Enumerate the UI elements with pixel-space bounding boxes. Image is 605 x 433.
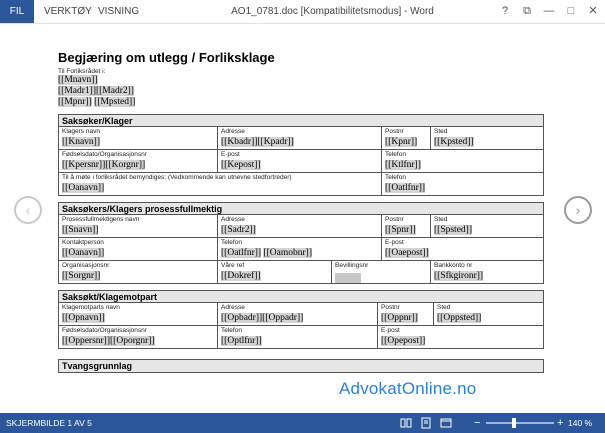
table-cell[interactable]: Fødselsdato/Organisasjonsnr [[Kpersnr]][[… [59, 150, 218, 172]
table-cell[interactable]: Kontaktperson [[Oanavn]] [59, 238, 218, 260]
zoom-slider-thumb[interactable] [512, 418, 516, 428]
status-bar: SKJERMBILDE 1 AV 5 − + 140 % [0, 413, 605, 433]
table-cell[interactable]: Fødselsdato/Organisasjonsnr [[Oppersnr]][… [59, 326, 218, 348]
help-icon[interactable]: ? [494, 0, 516, 23]
chevron-left-icon: ‹ [25, 202, 31, 218]
recipient-label: Til Forliksrådet i: [58, 68, 106, 75]
table-cell[interactable]: E-post [[Oaepost]] [382, 238, 543, 260]
table-cell[interactable]: Telefon [[Oatlfnr]] [[Oamobnr]] [218, 238, 382, 260]
zoom-out-button[interactable]: − [474, 413, 480, 433]
prev-page-button[interactable]: ‹ [14, 196, 42, 224]
table-row: Kontaktperson [[Oanavn]] Telefon [[Oatlfnr… [59, 238, 543, 261]
table-cell[interactable]: Bankkonto nr [[Sfkgironr]] [431, 261, 543, 283]
section-enforcement-basis: Tvangsgrunnlag [58, 359, 544, 373]
table-cell[interactable]: Adresse [[Opbadr]][[Oppadr]] [218, 303, 378, 325]
table-row: Organisasjonsnr [[Sorgnr]] Våre ref [[Dokr… [59, 261, 543, 283]
table-cell[interactable]: Sted [[Oppsted]] [434, 303, 543, 325]
section-heading: Saksøkt/Klagemotpart [59, 291, 543, 303]
table-cell[interactable]: Organisasjonsnr [[Sorgnr]] [59, 261, 218, 283]
section-heading: Saksøkers/Klagers prosessfullmektig [59, 203, 543, 215]
table-cell[interactable]: Adresse [[Sadr2]] [218, 215, 382, 237]
read-mode-icon[interactable] [400, 417, 412, 429]
zoom-level[interactable]: 140 % [568, 413, 592, 433]
next-page-button[interactable]: › [564, 196, 592, 224]
recipient-postal: [[Mpnr]] [[Mpsted]] [58, 97, 136, 107]
empty-field [335, 273, 361, 283]
table-row: Prosessfullmektigens navn [[Snavn]] Adres… [59, 215, 543, 238]
table-cell[interactable]: Bevillingsnr [332, 261, 431, 283]
web-layout-icon[interactable] [440, 417, 452, 429]
table-row: Til å møte i forliksrådet bemyndiges: (V… [59, 173, 543, 195]
restore-icon[interactable]: ⧉ [516, 0, 538, 23]
document-page: Begjæring om utlegg / Forliksklage Til F… [58, 50, 548, 410]
table-cell[interactable]: Postnr [[Spnr]] [382, 215, 431, 237]
table-cell[interactable]: Postnr [[Kpnr]] [382, 127, 431, 149]
table-row: Klagers navn [[Knavn]] Adresse [[Kbadr]][[… [59, 127, 543, 150]
section-plaintiff: Saksøker/Klager Klagers navn [[Knavn]] Ad… [58, 114, 544, 196]
section-attorney: Saksøkers/Klagers prosessfullmektig Pros… [58, 202, 544, 284]
page-indicator[interactable]: SKJERMBILDE 1 AV 5 [6, 413, 92, 433]
recipient-name: [[Mnavn]] [58, 75, 98, 85]
table-cell[interactable]: Klagemotparts navn [[Opnavn]] [59, 303, 218, 325]
watermark: AdvokatOnline.no [339, 379, 477, 398]
table-row: Fødselsdato/Organisasjonsnr [[Kpersnr]][[… [59, 150, 543, 173]
close-button[interactable]: ✕ [582, 0, 604, 23]
minimize-button[interactable]: — [538, 0, 560, 23]
chevron-right-icon: › [575, 202, 581, 218]
maximize-button[interactable]: □ [560, 0, 582, 23]
table-cell[interactable]: Sted [[Kpsted]] [431, 127, 543, 149]
table-row: Klagemotparts navn [[Opnavn]] Adresse [[Op… [59, 303, 543, 326]
section-heading: Tvangsgrunnlag [59, 360, 543, 372]
table-cell[interactable]: Til å møte i forliksrådet bemyndiges: (V… [59, 173, 382, 195]
table-cell[interactable]: Sted [[Spsted]] [431, 215, 543, 237]
section-heading: Saksøker/Klager [59, 115, 543, 127]
section-defendant: Saksøkt/Klagemotpart Klagemotparts navn[… [58, 290, 544, 349]
zoom-in-button[interactable]: + [557, 413, 563, 433]
recipient-address: [[Madr1]][[Madr2]] [58, 86, 134, 96]
table-cell[interactable]: E-post [[Kepost]] [218, 150, 382, 172]
zoom-slider[interactable] [486, 422, 554, 424]
table-cell[interactable]: Klagers navn [[Knavn]] [59, 127, 218, 149]
table-row: Fødselsdato/Organisasjonsnr [[Oppersnr]][… [59, 326, 543, 348]
table-cell[interactable]: E-post [[Opepost]] [378, 326, 543, 348]
table-cell[interactable]: Telefon [[Optlfnr]] [218, 326, 378, 348]
document-title: Begjæring om utlegg / Forliksklage [58, 50, 275, 65]
table-cell[interactable]: Postnr [[Oppnr]] [378, 303, 434, 325]
table-cell[interactable]: Våre ref [[Dokref]] [218, 261, 332, 283]
print-layout-icon[interactable] [420, 417, 432, 429]
title-bar: FIL VERKTØY VISNING AO1_0781.doc [Kompat… [0, 0, 605, 24]
document-viewport[interactable]: ‹ › Begjæring om utlegg / Forliksklage T… [0, 24, 605, 413]
table-cell[interactable]: Adresse [[Kbadr]][[Kpadr]] [218, 127, 382, 149]
table-cell[interactable]: Telefon [[Ktlfnr]] [382, 150, 543, 172]
table-cell[interactable]: Telefon [[Oatlfnr]] [382, 173, 543, 195]
table-cell[interactable]: Prosessfullmektigens navn [[Snavn]] [59, 215, 218, 237]
